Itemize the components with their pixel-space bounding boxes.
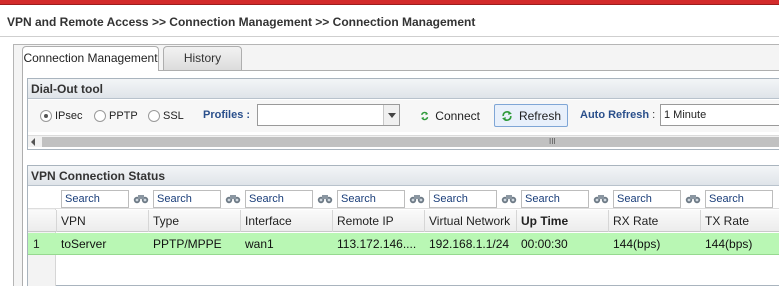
cell-tx-rate: 144(bps) [705,237,753,251]
tab-connection-management[interactable]: Connection Management [22,46,159,71]
search-input-virtual-network[interactable]: Search [429,190,497,208]
vpn-connection-status-panel: VPN Connection Status Search Search Sear… [27,165,779,286]
auto-refresh-select[interactable]: 1 Minute [660,104,779,126]
cell-up-time: 00:00:30 [521,237,568,251]
breadcrumb: VPN and Remote Access >> Connection Mana… [7,15,476,29]
column-header-type[interactable]: Type [148,210,240,232]
connect-icon [421,111,429,120]
radio-ssl-label: SSL [163,110,184,122]
profiles-select[interactable] [257,104,400,126]
vpn-connection-status-title: VPN Connection Status [28,166,779,186]
scrollbar-grip: III [549,137,556,146]
column-header-virtual-network[interactable]: Virtual Network [424,210,516,232]
breadcrumb-divider [0,36,779,37]
search-filter-row: Search Search Search Search Search Searc… [28,187,779,209]
column-header-remote-ip[interactable]: Remote IP [332,210,424,232]
auto-refresh-separator: : [652,109,656,121]
binoculars-icon[interactable] [133,193,149,205]
dialout-tool-title: Dial-Out tool [28,79,779,99]
radio-unselected-icon [148,110,160,122]
table-row[interactable]: 1 toServer PPTP/MPPE wan1 113.172.146...… [28,233,779,255]
radio-ssl[interactable]: SSL [148,109,184,123]
dialout-tool-panel: Dial-Out tool IPsec PPTP SSL Profiles : [27,78,779,150]
search-input-remote-ip[interactable]: Search [337,190,405,208]
binoculars-icon[interactable] [317,193,333,205]
scroll-left-arrow-icon[interactable] [31,138,35,146]
cell-vpn: toServer [61,237,107,251]
refresh-button[interactable]: Refresh [494,104,568,127]
search-input-type[interactable]: Search [153,190,221,208]
top-accent-bar [0,0,779,5]
connect-button-label: Connect [435,108,480,123]
auto-refresh-label-text: Auto Refresh [580,109,650,121]
search-input-rx-rate[interactable]: Search [613,190,681,208]
search-input-interface[interactable]: Search [245,190,313,208]
tab-history[interactable]: History [163,46,242,70]
table-header-row: VPN Type Interface Remote IP Virtual Net… [28,210,779,232]
binoculars-icon[interactable] [225,193,241,205]
binoculars-icon[interactable] [593,193,609,205]
radio-unselected-icon [94,110,106,122]
binoculars-icon[interactable] [685,193,701,205]
binoculars-icon[interactable] [501,193,517,205]
profiles-label: Profiles : [203,109,251,121]
search-input-vpn[interactable]: Search [61,190,129,208]
row-number: 1 [33,237,40,251]
column-header-vpn[interactable]: VPN [56,210,148,232]
cell-type: PPTP/MPPE [153,237,222,251]
radio-pptp[interactable]: PPTP [94,109,138,123]
column-header-rx-rate[interactable]: RX Rate [608,210,700,232]
column-header-up-time[interactable]: Up Time [516,210,608,232]
cell-virtual-network: 192.168.1.1/24 [429,237,510,251]
cell-interface: wan1 [245,237,274,251]
scrollbar-thumb[interactable]: III [42,137,779,147]
radio-ipsec-label: IPsec [55,110,83,122]
connect-button[interactable]: Connect [414,104,486,127]
search-input-tx-rate[interactable]: Search [705,190,773,208]
radio-selected-icon [40,110,52,122]
search-input-up-time[interactable]: Search [521,190,589,208]
refresh-icon [502,110,512,121]
binoculars-icon[interactable] [409,193,425,205]
cell-remote-ip: 113.172.146.... [337,237,417,251]
radio-pptp-label: PPTP [109,110,138,122]
refresh-button-label: Refresh [518,108,561,123]
column-header-interface[interactable]: Interface [240,210,332,232]
cell-rx-rate: 144(bps) [613,237,661,251]
auto-refresh-label: Auto Refresh : [580,109,655,121]
horizontal-scrollbar[interactable]: III [28,135,779,147]
dialout-toolbar: IPsec PPTP SSL Profiles : Connect Refres… [28,100,779,132]
column-header-tx-rate[interactable]: TX Rate [700,210,779,232]
chevron-down-icon[interactable] [383,105,399,125]
radio-ipsec[interactable]: IPsec [40,109,83,123]
